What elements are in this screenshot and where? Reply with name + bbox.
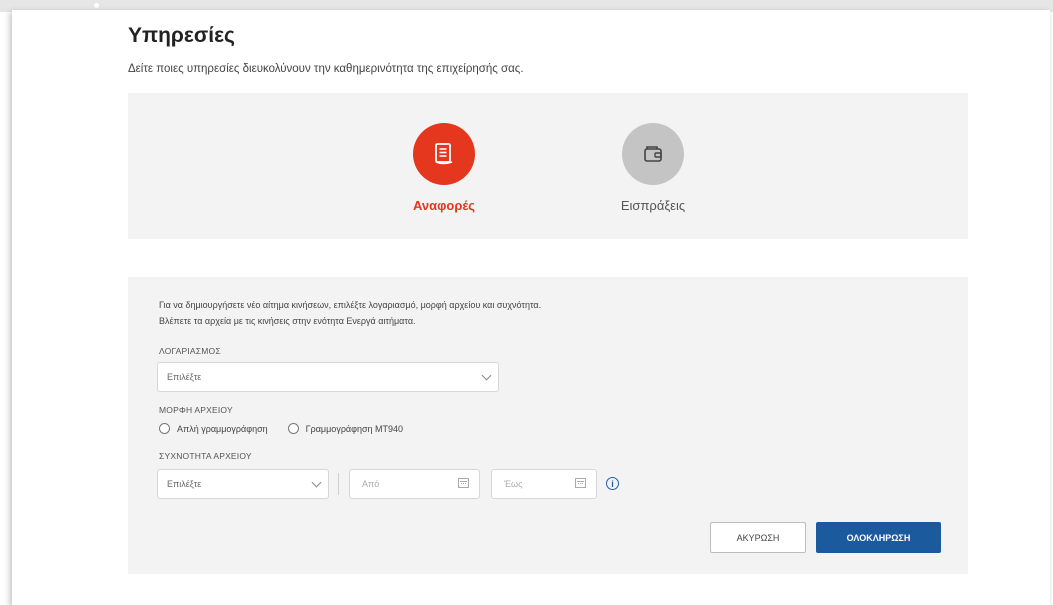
date-to-input[interactable]: Έως (491, 469, 597, 499)
radio-simple[interactable] (159, 423, 170, 434)
chevron-down-icon (481, 370, 492, 381)
page-subtitle: Δείτε ποιες υπηρεσίες διευκολύνουν την κ… (128, 63, 524, 75)
form-intro-line-2: Βλέπετε τα αρχεία με τις κινήσεις στην ε… (159, 316, 416, 326)
chevron-down-icon (311, 477, 322, 488)
services-panel: Αναφορές Εισπράξεις (128, 93, 968, 239)
format-option-simple-label: Απλή γραμμογράφηση (177, 423, 268, 434)
request-form-panel: Για να δημιουργήσετε νέο αίτημα κινήσεων… (128, 277, 968, 574)
date-from-input[interactable]: Από (349, 469, 480, 499)
service-collections-circle (622, 123, 684, 185)
file-format-radio-group: Απλή γραμμογράφηση Γραμμογράφηση MT940 (159, 423, 423, 434)
field-divider (338, 473, 339, 495)
account-label: ΛΟΓΑΡΙΑΣΜΟΣ (159, 346, 221, 356)
service-reports-label: Αναφορές (412, 198, 476, 213)
radio-mt940[interactable] (287, 423, 299, 434)
date-to-placeholder: Έως (504, 479, 523, 489)
service-reports-circle (413, 123, 475, 185)
service-tab-collections[interactable]: Εισπράξεις (593, 123, 713, 213)
frequency-label: ΣΥΧΝΟΤΗΤΑ ΑΡΧΕΙΟΥ (159, 451, 252, 461)
date-from-placeholder: Από (362, 479, 380, 489)
format-option-simple[interactable]: Απλή γραμμογράφηση (159, 423, 268, 434)
format-option-mt940-label: Γραμμογράφηση MT940 (305, 423, 404, 434)
top-bar-dot (94, 3, 99, 8)
document-icon (435, 143, 453, 165)
calendar-icon[interactable] (458, 478, 469, 488)
frequency-select-value: Επιλέξτε (167, 479, 202, 489)
format-option-mt940[interactable]: Γραμμογράφηση MT940 (287, 423, 404, 434)
cancel-button[interactable]: ΑΚΥΡΩΣΗ (710, 522, 806, 553)
account-select[interactable]: Επιλέξτε (157, 362, 499, 392)
frequency-select[interactable]: Επιλέξτε (157, 469, 329, 499)
form-intro-line-1: Για να δημιουργήσετε νέο αίτημα κινήσεων… (159, 300, 542, 310)
wallet-icon (644, 146, 662, 162)
service-collections-label: Εισπράξεις (620, 198, 686, 213)
submit-button[interactable]: ΟΛΟΚΛΗΡΩΣΗ (816, 522, 941, 553)
page-title: Υπηρεσίες (128, 24, 235, 47)
info-icon[interactable]: i (606, 477, 619, 490)
account-select-value: Επιλέξτε (167, 372, 202, 382)
calendar-icon[interactable] (575, 478, 586, 488)
file-format-label: ΜΟΡΦΗ ΑΡΧΕΙΟΥ (159, 405, 233, 415)
service-tab-reports[interactable]: Αναφορές (384, 123, 504, 213)
